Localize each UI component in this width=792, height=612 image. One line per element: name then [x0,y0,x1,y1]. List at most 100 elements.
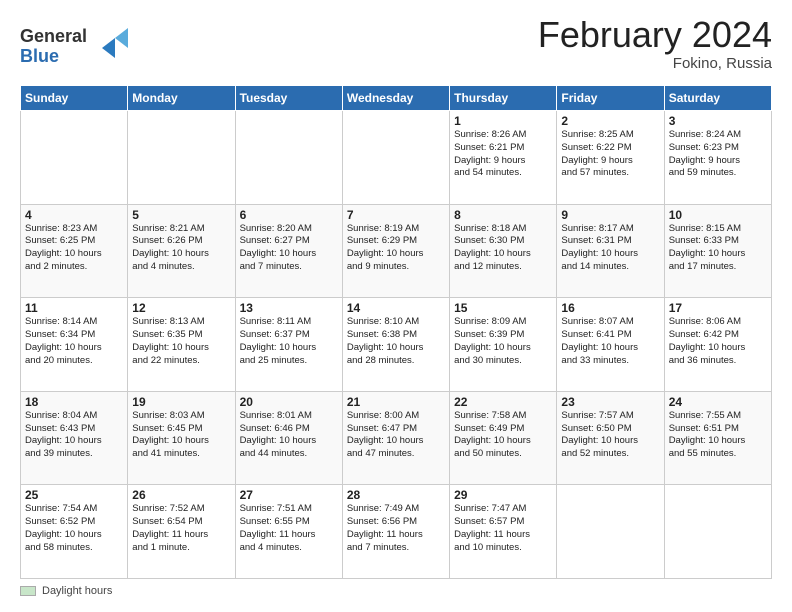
calendar-cell: 10Sunrise: 8:15 AM Sunset: 6:33 PM Dayli… [664,204,771,298]
day-header-monday: Monday [128,86,235,111]
subtitle: Fokino, Russia [538,55,772,72]
day-info: Sunrise: 8:26 AM Sunset: 6:21 PM Dayligh… [454,129,552,180]
title-block: February 2024 Fokino, Russia [538,15,772,72]
calendar-cell: 24Sunrise: 7:55 AM Sunset: 6:51 PM Dayli… [664,391,771,485]
calendar-cell: 27Sunrise: 7:51 AM Sunset: 6:55 PM Dayli… [235,485,342,579]
day-number: 8 [454,208,552,222]
main-title: February 2024 [538,15,772,55]
day-number: 4 [25,208,123,222]
calendar-cell: 13Sunrise: 8:11 AM Sunset: 6:37 PM Dayli… [235,298,342,392]
calendar-cell [664,485,771,579]
day-info: Sunrise: 8:01 AM Sunset: 6:46 PM Dayligh… [240,410,338,461]
day-header-sunday: Sunday [21,86,128,111]
day-info: Sunrise: 7:54 AM Sunset: 6:52 PM Dayligh… [25,503,123,554]
day-info: Sunrise: 8:23 AM Sunset: 6:25 PM Dayligh… [25,223,123,274]
day-info: Sunrise: 7:55 AM Sunset: 6:51 PM Dayligh… [669,410,767,461]
calendar-cell: 20Sunrise: 8:01 AM Sunset: 6:46 PM Dayli… [235,391,342,485]
logo: General Blue [20,20,130,75]
day-info: Sunrise: 7:47 AM Sunset: 6:57 PM Dayligh… [454,503,552,554]
calendar-cell: 1Sunrise: 8:26 AM Sunset: 6:21 PM Daylig… [450,111,557,205]
calendar-cell: 7Sunrise: 8:19 AM Sunset: 6:29 PM Daylig… [342,204,449,298]
calendar-cell: 12Sunrise: 8:13 AM Sunset: 6:35 PM Dayli… [128,298,235,392]
day-number: 17 [669,301,767,315]
day-number: 21 [347,395,445,409]
legend-label: Daylight hours [42,585,112,597]
day-number: 13 [240,301,338,315]
day-number: 2 [561,114,659,128]
calendar-cell: 15Sunrise: 8:09 AM Sunset: 6:39 PM Dayli… [450,298,557,392]
day-header-saturday: Saturday [664,86,771,111]
calendar-week-row: 1Sunrise: 8:26 AM Sunset: 6:21 PM Daylig… [21,111,772,205]
day-number: 16 [561,301,659,315]
calendar-cell: 23Sunrise: 7:57 AM Sunset: 6:50 PM Dayli… [557,391,664,485]
calendar-cell [128,111,235,205]
day-info: Sunrise: 8:18 AM Sunset: 6:30 PM Dayligh… [454,223,552,274]
calendar-week-row: 25Sunrise: 7:54 AM Sunset: 6:52 PM Dayli… [21,485,772,579]
svg-text:General: General [20,26,87,46]
day-info: Sunrise: 7:51 AM Sunset: 6:55 PM Dayligh… [240,503,338,554]
day-info: Sunrise: 8:09 AM Sunset: 6:39 PM Dayligh… [454,316,552,367]
header: General Blue February 2024 Fokino, Russi… [20,15,772,75]
day-info: Sunrise: 8:06 AM Sunset: 6:42 PM Dayligh… [669,316,767,367]
day-number: 24 [669,395,767,409]
day-number: 18 [25,395,123,409]
day-info: Sunrise: 7:52 AM Sunset: 6:54 PM Dayligh… [132,503,230,554]
day-number: 14 [347,301,445,315]
calendar-week-row: 18Sunrise: 8:04 AM Sunset: 6:43 PM Dayli… [21,391,772,485]
calendar-week-row: 11Sunrise: 8:14 AM Sunset: 6:34 PM Dayli… [21,298,772,392]
day-number: 10 [669,208,767,222]
page: General Blue February 2024 Fokino, Russi… [0,0,792,612]
day-info: Sunrise: 7:57 AM Sunset: 6:50 PM Dayligh… [561,410,659,461]
day-header-wednesday: Wednesday [342,86,449,111]
day-number: 29 [454,488,552,502]
calendar-cell: 9Sunrise: 8:17 AM Sunset: 6:31 PM Daylig… [557,204,664,298]
calendar-cell: 25Sunrise: 7:54 AM Sunset: 6:52 PM Dayli… [21,485,128,579]
day-info: Sunrise: 8:21 AM Sunset: 6:26 PM Dayligh… [132,223,230,274]
calendar-cell: 29Sunrise: 7:47 AM Sunset: 6:57 PM Dayli… [450,485,557,579]
day-header-tuesday: Tuesday [235,86,342,111]
calendar-cell: 8Sunrise: 8:18 AM Sunset: 6:30 PM Daylig… [450,204,557,298]
calendar-cell [557,485,664,579]
day-header-thursday: Thursday [450,86,557,111]
day-info: Sunrise: 8:13 AM Sunset: 6:35 PM Dayligh… [132,316,230,367]
day-number: 26 [132,488,230,502]
day-info: Sunrise: 7:49 AM Sunset: 6:56 PM Dayligh… [347,503,445,554]
svg-text:Blue: Blue [20,46,59,66]
day-number: 12 [132,301,230,315]
calendar-cell: 26Sunrise: 7:52 AM Sunset: 6:54 PM Dayli… [128,485,235,579]
day-info: Sunrise: 8:10 AM Sunset: 6:38 PM Dayligh… [347,316,445,367]
calendar-cell: 3Sunrise: 8:24 AM Sunset: 6:23 PM Daylig… [664,111,771,205]
calendar-cell: 17Sunrise: 8:06 AM Sunset: 6:42 PM Dayli… [664,298,771,392]
calendar-cell: 19Sunrise: 8:03 AM Sunset: 6:45 PM Dayli… [128,391,235,485]
calendar-cell [21,111,128,205]
calendar-cell: 2Sunrise: 8:25 AM Sunset: 6:22 PM Daylig… [557,111,664,205]
calendar-cell: 4Sunrise: 8:23 AM Sunset: 6:25 PM Daylig… [21,204,128,298]
calendar-cell: 16Sunrise: 8:07 AM Sunset: 6:41 PM Dayli… [557,298,664,392]
day-number: 3 [669,114,767,128]
day-info: Sunrise: 8:17 AM Sunset: 6:31 PM Dayligh… [561,223,659,274]
day-info: Sunrise: 8:03 AM Sunset: 6:45 PM Dayligh… [132,410,230,461]
day-number: 9 [561,208,659,222]
day-number: 23 [561,395,659,409]
day-info: Sunrise: 8:20 AM Sunset: 6:27 PM Dayligh… [240,223,338,274]
day-number: 6 [240,208,338,222]
calendar-week-row: 4Sunrise: 8:23 AM Sunset: 6:25 PM Daylig… [21,204,772,298]
calendar-cell [235,111,342,205]
day-header-friday: Friday [557,86,664,111]
legend: Daylight hours [20,585,112,597]
day-number: 1 [454,114,552,128]
day-info: Sunrise: 7:58 AM Sunset: 6:49 PM Dayligh… [454,410,552,461]
day-info: Sunrise: 8:19 AM Sunset: 6:29 PM Dayligh… [347,223,445,274]
day-number: 28 [347,488,445,502]
calendar-cell [342,111,449,205]
calendar-cell: 5Sunrise: 8:21 AM Sunset: 6:26 PM Daylig… [128,204,235,298]
day-info: Sunrise: 8:00 AM Sunset: 6:47 PM Dayligh… [347,410,445,461]
day-number: 5 [132,208,230,222]
calendar-cell: 18Sunrise: 8:04 AM Sunset: 6:43 PM Dayli… [21,391,128,485]
day-number: 20 [240,395,338,409]
calendar-cell: 14Sunrise: 8:10 AM Sunset: 6:38 PM Dayli… [342,298,449,392]
day-info: Sunrise: 8:11 AM Sunset: 6:37 PM Dayligh… [240,316,338,367]
calendar-cell: 28Sunrise: 7:49 AM Sunset: 6:56 PM Dayli… [342,485,449,579]
day-number: 25 [25,488,123,502]
day-info: Sunrise: 8:07 AM Sunset: 6:41 PM Dayligh… [561,316,659,367]
